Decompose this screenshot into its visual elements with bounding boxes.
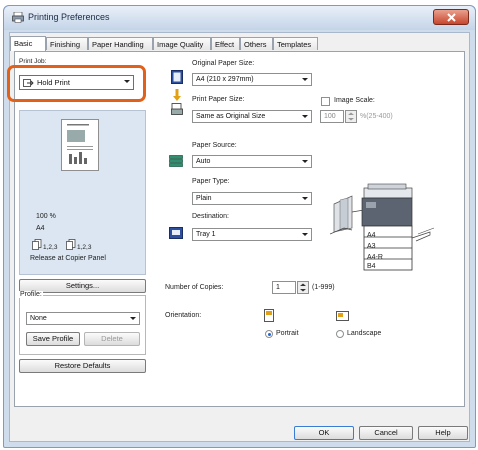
portrait-label: Portrait: [276, 330, 299, 337]
destination-select[interactable]: Tray 1: [192, 228, 312, 241]
tab-paper-handling[interactable]: Paper Handling: [88, 37, 153, 50]
image-scale-input[interactable]: 100: [320, 110, 344, 123]
chevron-down-icon: [302, 115, 308, 118]
preview-panel: 100 % A4 1,2,3 1,2,3 Release at Copier P…: [19, 110, 146, 275]
page-preview-thumbnail: [61, 119, 99, 171]
chevron-down-icon: [302, 197, 308, 200]
print-paper-icon: [171, 103, 183, 115]
tab-finishing[interactable]: Finishing: [46, 37, 88, 50]
window-title: Printing Preferences: [28, 12, 110, 22]
preview-zoom: 100 %: [36, 213, 56, 220]
collate-order-1: 1,2,3: [43, 244, 58, 251]
spinner-arrows-icon: [348, 112, 354, 121]
spinner-arrows-icon: [300, 283, 306, 292]
image-scale-range: %(25-400): [360, 113, 393, 120]
copies-label: Number of Copies:: [165, 284, 224, 291]
tab-basic[interactable]: Basic: [10, 36, 46, 51]
landscape-icon: [336, 311, 349, 321]
preview-paper-size: A4: [36, 225, 45, 232]
tray-size-4: B4: [367, 263, 376, 270]
destination-value: Tray 1: [196, 231, 216, 238]
portrait-icon: [264, 309, 274, 322]
destination-tray-icon: [169, 227, 183, 239]
copies-input[interactable]: 1: [272, 281, 296, 294]
profile-select[interactable]: None: [26, 312, 140, 325]
tab-others[interactable]: Others: [240, 37, 273, 50]
printer-app-icon: [12, 12, 24, 23]
print-paper-size-label: Print Paper Size:: [192, 96, 245, 103]
paper-type-label: Paper Type:: [192, 178, 230, 185]
tab-image-quality[interactable]: Image Quality: [153, 37, 211, 50]
help-button[interactable]: Help: [418, 426, 468, 440]
original-paper-size-select[interactable]: A4 (210 x 297mm): [192, 73, 312, 86]
profile-value: None: [30, 315, 47, 322]
document-preview-icon: [67, 124, 93, 164]
paper-type-value: Plain: [196, 195, 212, 202]
release-note: Release at Copier Panel: [30, 255, 106, 262]
collate-order-2: 1,2,3: [77, 244, 92, 251]
image-scale-spinner[interactable]: [345, 110, 357, 123]
collate-stack-icon: [66, 239, 76, 250]
paper-source-label: Paper Source:: [192, 142, 237, 149]
title-bar[interactable]: Printing Preferences: [4, 6, 475, 30]
chevron-down-icon: [124, 80, 130, 83]
copies-range: (1-999): [312, 284, 335, 291]
save-profile-button[interactable]: Save Profile: [26, 332, 80, 346]
destination-label: Destination:: [192, 213, 229, 220]
chevron-down-icon: [302, 160, 308, 163]
profile-label: Profile:: [19, 291, 43, 298]
profile-group: [19, 295, 146, 355]
down-arrow-icon: [173, 89, 181, 101]
tray-size-1: A4: [367, 232, 376, 239]
tab-effect[interactable]: Effect: [211, 37, 240, 50]
landscape-label: Landscape: [347, 330, 382, 337]
image-scale-label: Image Scale:: [334, 97, 375, 104]
original-paper-size-value: A4 (210 x 297mm): [196, 76, 254, 83]
close-icon: [447, 13, 456, 22]
cancel-button[interactable]: Cancel: [359, 426, 413, 440]
delete-profile-button[interactable]: Delete: [84, 332, 140, 346]
ok-button[interactable]: OK: [294, 426, 354, 440]
close-button[interactable]: [433, 9, 469, 25]
portrait-radio[interactable]: [265, 330, 273, 338]
paper-source-icon: [169, 155, 183, 167]
tab-templates[interactable]: Templates: [273, 37, 318, 50]
paper-source-select[interactable]: Auto: [192, 155, 312, 168]
chevron-down-icon: [130, 317, 136, 320]
orientation-label: Orientation:: [165, 312, 202, 319]
copies-spinner[interactable]: [297, 281, 309, 294]
paper-source-value: Auto: [196, 158, 211, 165]
original-paper-icon: [171, 70, 183, 84]
print-paper-size-select[interactable]: Same as Original Size: [192, 110, 312, 123]
collate-stack-icon: [32, 239, 42, 250]
print-paper-size-value: Same as Original Size: [196, 113, 266, 120]
print-job-select[interactable]: Hold Print: [19, 75, 134, 90]
print-job-label: Print Job:: [19, 58, 47, 65]
image-scale-value: 100: [324, 113, 336, 120]
original-paper-size-label: Original Paper Size:: [192, 60, 255, 67]
print-job-value: Hold Print: [37, 78, 70, 87]
tray-size-2: A3: [367, 243, 376, 250]
paper-type-select[interactable]: Plain: [192, 192, 312, 205]
chevron-down-icon: [302, 78, 308, 81]
restore-defaults-button[interactable]: Restore Defaults: [19, 359, 146, 373]
hold-print-icon: [23, 79, 34, 87]
image-scale-checkbox[interactable]: [321, 97, 330, 106]
chevron-down-icon: [302, 233, 308, 236]
landscape-radio[interactable]: [336, 330, 344, 338]
copier-illustration: [330, 183, 435, 271]
copies-value: 1: [276, 284, 280, 291]
tray-size-3: A4-R: [367, 254, 383, 261]
